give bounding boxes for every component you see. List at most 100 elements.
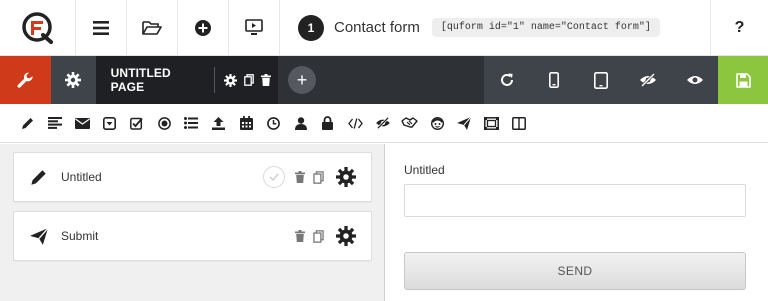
- preview-button[interactable]: [229, 0, 280, 55]
- top-bar: 1 Contact form [quform id="1" name="Cont…: [0, 0, 768, 56]
- check-icon: [269, 173, 279, 181]
- add-date-element-button[interactable]: [232, 104, 259, 143]
- calendar-icon: [239, 116, 253, 130]
- add-name-element-button[interactable]: [287, 104, 314, 143]
- wrench-icon: [17, 72, 33, 88]
- menu-button[interactable]: [76, 0, 127, 55]
- form-settings-button[interactable]: [50, 56, 96, 104]
- handshake-icon: [401, 117, 418, 128]
- page-title: UNTITLED PAGE: [110, 66, 171, 94]
- preview-send-button[interactable]: SEND: [404, 252, 746, 290]
- phone-view-button[interactable]: [530, 56, 578, 104]
- list-icon: [184, 117, 199, 129]
- add-column-element-button[interactable]: [505, 104, 532, 143]
- group-icon: [484, 116, 500, 130]
- element-delete-button[interactable]: [295, 230, 305, 242]
- element-settings-button[interactable]: [336, 167, 356, 187]
- gear-icon: [65, 72, 82, 88]
- add-select-element-button[interactable]: [96, 104, 123, 143]
- preview-screen-icon: [245, 19, 263, 35]
- element-label: Untitled: [61, 170, 102, 184]
- add-password-element-button[interactable]: [314, 104, 341, 143]
- quform-logo-icon: [21, 11, 53, 44]
- add-email-element-button[interactable]: [69, 104, 96, 143]
- add-text-element-button[interactable]: [14, 104, 41, 143]
- add-page-button[interactable]: +: [277, 56, 327, 104]
- trash-icon: [295, 171, 305, 183]
- phone-view-icon: [549, 72, 560, 88]
- save-icon: [735, 72, 751, 88]
- gear-icon: [336, 226, 356, 246]
- element-card-untitled[interactable]: Untitled: [13, 152, 372, 202]
- hidden-eye-icon: [375, 117, 390, 129]
- add-form-button[interactable]: [178, 0, 229, 55]
- show-preview-button[interactable]: [671, 56, 719, 104]
- hide-preview-button[interactable]: [624, 56, 672, 104]
- copy-icon: [313, 170, 324, 184]
- eye-icon: [686, 76, 703, 84]
- add-time-element-button[interactable]: [260, 104, 287, 143]
- add-submit-element-button[interactable]: [451, 104, 478, 143]
- open-form-button[interactable]: [127, 0, 178, 55]
- help-button[interactable]: ?: [711, 0, 768, 55]
- clock-icon: [266, 116, 280, 130]
- page-settings-button[interactable]: [223, 73, 237, 87]
- pencil-icon: [30, 169, 50, 186]
- checkbox-icon: [130, 117, 144, 130]
- form-name[interactable]: Contact form: [334, 19, 420, 36]
- code-icon: [347, 117, 363, 129]
- preview-text-input[interactable]: [404, 184, 746, 217]
- form-preview-pane: Untitled SEND: [385, 144, 768, 301]
- upload-icon: [212, 116, 226, 130]
- text-lines-icon: [47, 117, 62, 129]
- gear-icon: [223, 73, 237, 87]
- page-delete-button[interactable]: [260, 74, 271, 86]
- element-delete-button[interactable]: [295, 171, 305, 183]
- page-bar: UNTITLED PAGE +: [0, 56, 768, 104]
- copy-icon: [313, 229, 324, 243]
- page-bar-spacer: [326, 56, 484, 104]
- select-icon: [103, 116, 117, 130]
- form-shortcode[interactable]: [quform id="1" name="Contact form"]: [431, 18, 660, 37]
- preview-field-label: Untitled: [404, 163, 445, 177]
- add-multiselect-element-button[interactable]: [178, 104, 205, 143]
- add-html-element-button[interactable]: [342, 104, 369, 143]
- hide-icon: [640, 73, 656, 87]
- add-file-upload-element-button[interactable]: [205, 104, 232, 143]
- add-captcha-element-button[interactable]: [423, 104, 450, 143]
- copy-icon: [243, 74, 254, 86]
- element-required-toggle[interactable]: [263, 166, 285, 188]
- refresh-icon: [501, 73, 514, 86]
- element-card-submit[interactable]: Submit: [13, 211, 372, 261]
- element-duplicate-button[interactable]: [313, 229, 324, 243]
- lock-icon: [322, 116, 334, 130]
- tools-button[interactable]: [0, 56, 51, 104]
- refresh-preview-button[interactable]: [483, 56, 531, 104]
- add-radio-element-button[interactable]: [150, 104, 177, 143]
- element-duplicate-button[interactable]: [313, 170, 324, 184]
- plus-circle-icon: [195, 19, 211, 36]
- form-number-badge: 1: [298, 14, 324, 41]
- tablet-view-button[interactable]: [577, 56, 625, 104]
- add-honeypot-element-button[interactable]: [396, 104, 423, 143]
- element-toolbar: [0, 104, 768, 143]
- page-tab[interactable]: UNTITLED PAGE: [95, 56, 278, 104]
- add-textarea-element-button[interactable]: [41, 104, 68, 143]
- folder-open-icon: [142, 20, 162, 35]
- save-button[interactable]: [718, 56, 768, 104]
- add-hidden-element-button[interactable]: [369, 104, 396, 143]
- element-actions: [295, 226, 356, 246]
- page-duplicate-button[interactable]: [243, 74, 254, 86]
- element-settings-button[interactable]: [336, 226, 356, 246]
- add-group-element-button[interactable]: [478, 104, 505, 143]
- form-elements-pane: Untitled Submit: [0, 144, 384, 301]
- pencil-icon: [22, 117, 34, 129]
- gear-icon: [336, 167, 356, 187]
- quform-logo[interactable]: [0, 0, 76, 55]
- trash-icon: [295, 230, 305, 242]
- add-checkbox-element-button[interactable]: [123, 104, 150, 143]
- element-label: Submit: [61, 229, 99, 243]
- menu-icon: [93, 20, 109, 35]
- captcha-face-icon: [430, 116, 444, 130]
- columns-icon: [512, 116, 526, 130]
